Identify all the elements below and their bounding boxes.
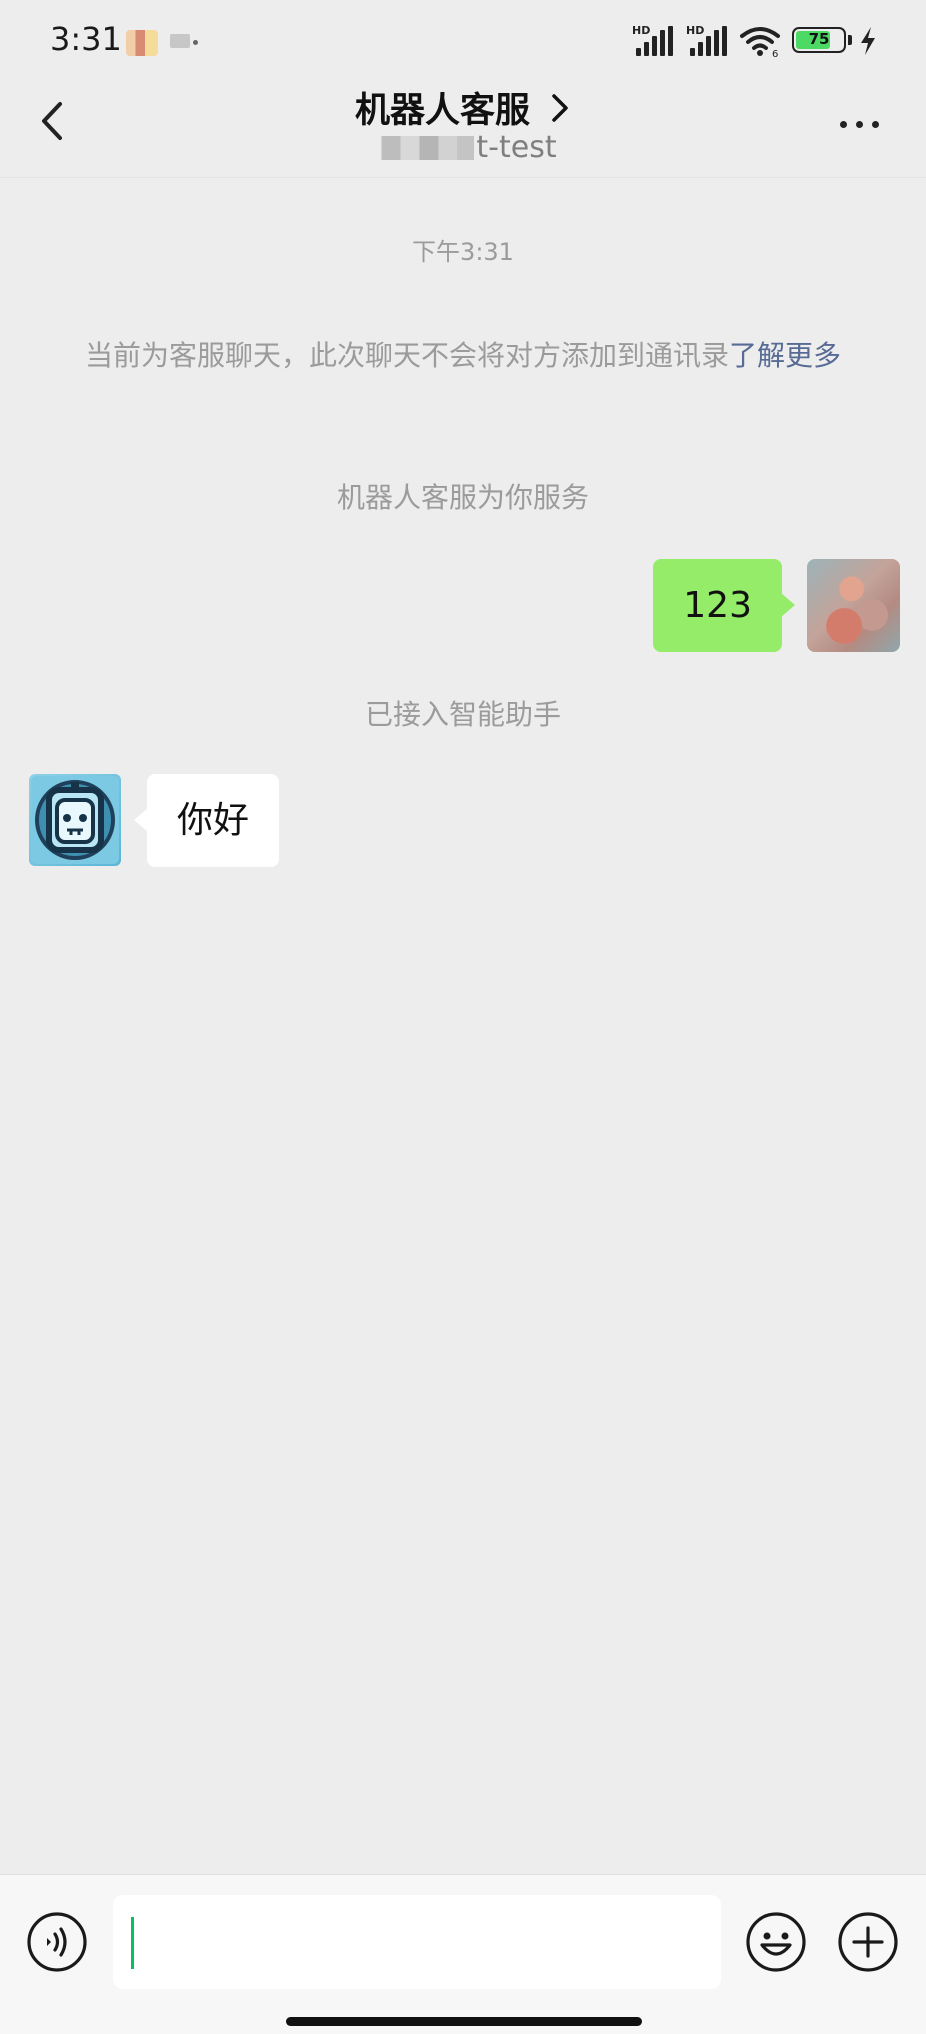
system-message: 已接入智能助手 [364, 698, 561, 731]
system-message: 机器人客服为你服务 [336, 481, 589, 514]
received-message-bubble[interactable]: 你好 [133, 774, 280, 867]
redacted-text [369, 135, 475, 160]
notification-icon [170, 34, 190, 48]
voice-icon [27, 1912, 87, 1972]
nav-title-group[interactable]: 机器人客服 [0, 78, 926, 133]
text-cursor [131, 1917, 134, 1969]
battery-icon: 75 [792, 27, 846, 53]
status-bar: 3:31 HD HD 6 75 [0, 0, 926, 78]
bot-avatar[interactable] [29, 774, 121, 866]
customer-service-notice: 当前为客服聊天，此次聊天不会将对方添加到通讯录了解更多 [60, 332, 866, 380]
more-options-button[interactable] [830, 103, 890, 143]
voice-input-button[interactable] [26, 1911, 88, 1973]
sent-message-bubble[interactable]: 123 [653, 559, 795, 652]
chat-message-list[interactable]: 下午3:31 当前为客服聊天，此次聊天不会将对方添加到通讯录了解更多 机器人客服… [0, 178, 926, 1874]
robot-icon [31, 776, 119, 864]
avatar[interactable] [807, 559, 900, 652]
message-timestamp: 下午3:31 [412, 238, 514, 266]
more-actions-button[interactable] [837, 1911, 899, 1973]
page-title[interactable]: 机器人客服 [355, 82, 530, 133]
wifi-icon: 6 [740, 27, 780, 58]
input-bar [0, 1874, 926, 2034]
notification-icon [126, 30, 158, 56]
cellular-signal-icon: HD [686, 24, 728, 56]
plus-icon [838, 1912, 898, 1972]
cellular-signal-icon: HD [632, 24, 674, 56]
nav-subtitle-row: t-test [0, 130, 926, 165]
hd-label: HD [632, 24, 651, 37]
status-time: 3:31 [50, 20, 122, 58]
chevron-right-icon [552, 93, 568, 122]
emoji-icon [746, 1912, 806, 1972]
wifi-badge: 6 [772, 49, 778, 58]
nav-subtitle: t-test [476, 130, 557, 165]
chat-screen: 3:31 HD HD 6 75 机器人客服 t-test 下午3:31 当前为客… [0, 0, 926, 2034]
charging-bolt-icon [861, 27, 875, 55]
hd-label: HD [686, 24, 705, 37]
notice-text: 当前为客服聊天，此次聊天不会将对方添加到通讯录 [84, 339, 729, 372]
battery-cap [848, 35, 852, 45]
home-indicator[interactable] [286, 2017, 642, 2026]
more-notifications-dot [193, 40, 198, 45]
nav-bar: 机器人客服 t-test [0, 78, 926, 178]
message-input[interactable] [113, 1895, 721, 1989]
battery-level: 75 [808, 30, 830, 48]
learn-more-link[interactable]: 了解更多 [729, 339, 841, 372]
emoji-button[interactable] [745, 1911, 807, 1973]
